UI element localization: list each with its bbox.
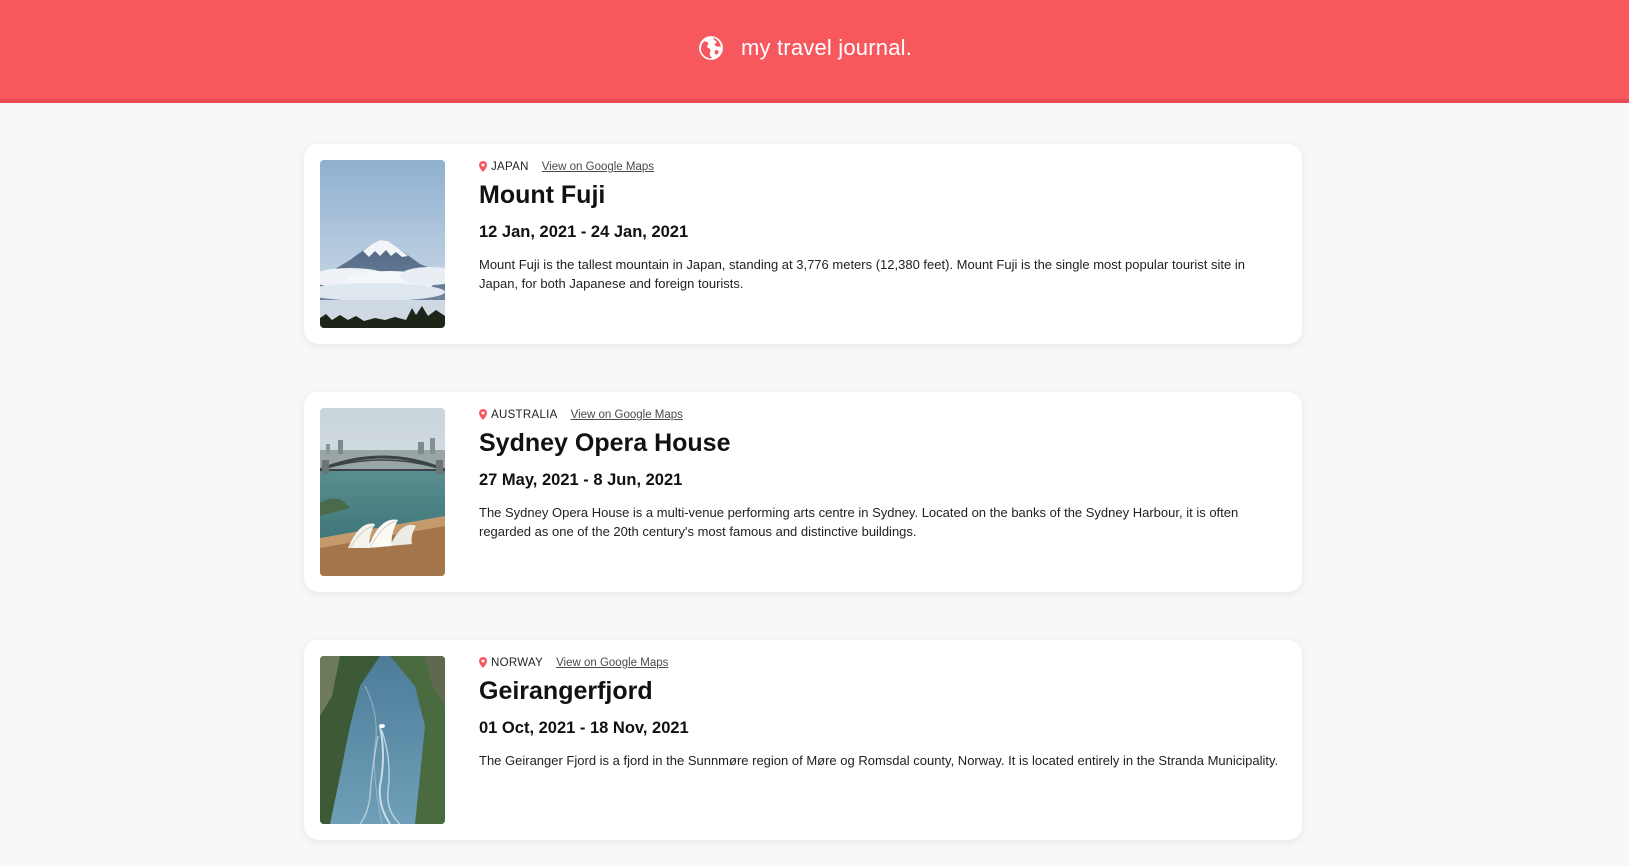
journal-entry-sydney-opera-house: AUSTRALIA View on Google Maps Sydney Ope… <box>304 392 1302 592</box>
location-row: AUSTRALIA View on Google Maps <box>479 407 1282 423</box>
country-label: NORWAY <box>491 657 544 669</box>
location-row: JAPAN View on Google Maps <box>479 159 1282 175</box>
journal-entry-mount-fuji: JAPAN View on Google Maps Mount Fuji 12 … <box>304 144 1302 344</box>
country-label: JAPAN <box>491 161 529 173</box>
globe-icon <box>699 36 723 60</box>
country-label: AUSTRALIA <box>491 409 558 421</box>
location-row: NORWAY View on Google Maps <box>479 655 1282 671</box>
journal-entry-geirangerfjord: NORWAY View on Google Maps Geirangerfjor… <box>304 640 1302 840</box>
entry-description: Mount Fuji is the tallest mountain in Ja… <box>479 257 1245 291</box>
location-pin-icon <box>479 656 487 668</box>
entry-title: Sydney Opera House <box>479 429 731 457</box>
entry-info: NORWAY View on Google Maps Geirangerfjor… <box>479 655 1282 783</box>
google-maps-link[interactable]: View on Google Maps <box>542 161 654 173</box>
google-maps-link[interactable]: View on Google Maps <box>571 409 683 421</box>
entry-description: The Sydney Opera House is a multi-venue … <box>479 505 1239 539</box>
location-pin-icon <box>479 408 487 420</box>
entry-dates: 27 May, 2021 - 8 Jun, 2021 <box>479 471 683 489</box>
geirangerfjord-photo <box>320 656 445 824</box>
mount-fuji-photo <box>320 160 445 328</box>
location-pin-icon <box>479 160 487 172</box>
entry-description: The Geiranger Fjord is a fjord in the Su… <box>479 753 1279 768</box>
entry-title: Mount Fuji <box>479 181 606 209</box>
google-maps-link[interactable]: View on Google Maps <box>556 657 668 669</box>
entry-title: Geirangerfjord <box>479 677 653 705</box>
app-title: my travel journal. <box>740 35 913 60</box>
sydney-opera-house-photo <box>320 408 445 576</box>
entry-info: JAPAN View on Google Maps Mount Fuji 12 … <box>479 159 1282 306</box>
header-brand: my travel journal. <box>698 35 912 61</box>
app-header: my travel journal. <box>0 0 1629 103</box>
entry-info: AUSTRALIA View on Google Maps Sydney Ope… <box>479 407 1282 554</box>
entry-dates: 12 Jan, 2021 - 24 Jan, 2021 <box>479 223 689 241</box>
entry-dates: 01 Oct, 2021 - 18 Nov, 2021 <box>479 719 689 737</box>
